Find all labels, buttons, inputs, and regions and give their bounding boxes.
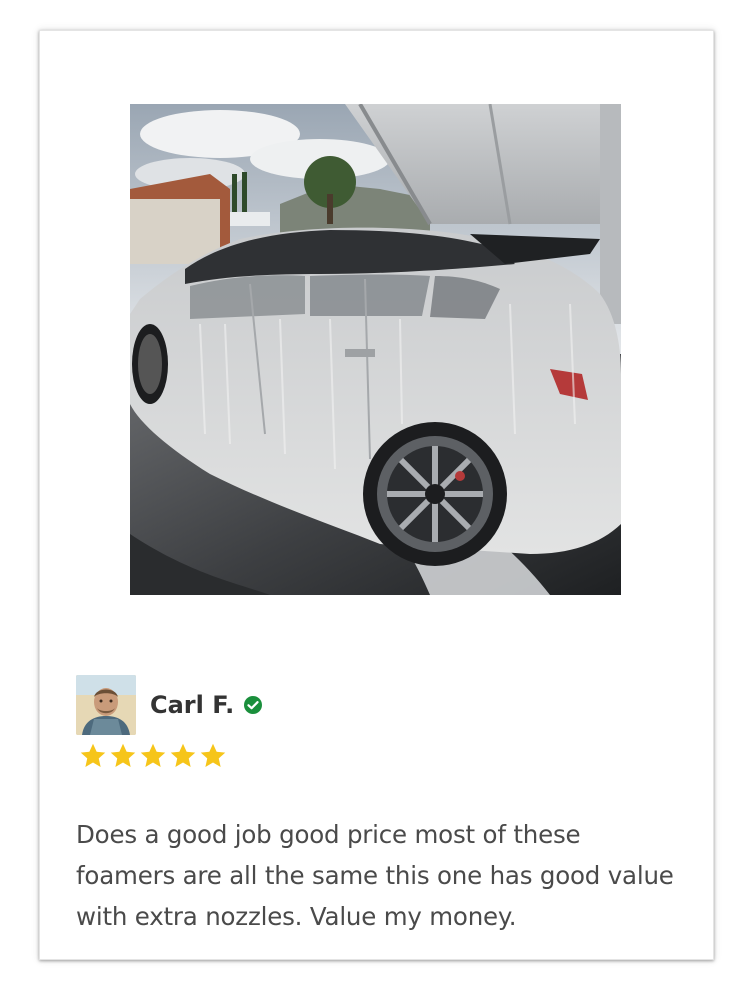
review-photo[interactable] [130, 104, 621, 595]
star-rating [78, 741, 228, 771]
star-icon [140, 743, 166, 767]
star-icon [200, 743, 226, 767]
star-icon [110, 743, 136, 767]
star-icon [170, 743, 196, 767]
review-text: Does a good job good price most of these… [76, 819, 674, 931]
reviewer-info: Carl F. [76, 675, 263, 735]
review-card: Carl F. Does a good job good price most … [39, 30, 714, 960]
reviewer-avatar-image [76, 675, 136, 735]
reviewer-avatar[interactable] [76, 675, 136, 735]
reviewer-name: Carl F. [150, 691, 235, 719]
verified-check-icon [244, 696, 263, 714]
star-icon [80, 743, 106, 767]
car-foam-wash-photo-image [130, 104, 621, 595]
